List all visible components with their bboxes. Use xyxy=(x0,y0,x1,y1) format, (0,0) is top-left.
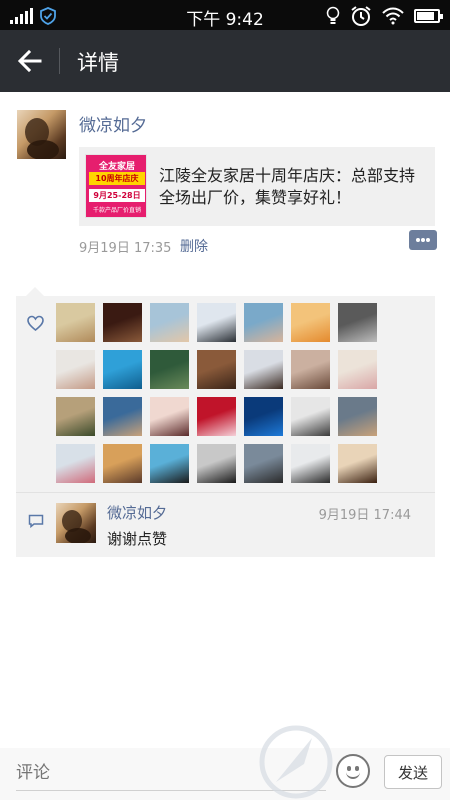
comment-author-avatar[interactable] xyxy=(56,503,96,544)
liker-avatar[interactable] xyxy=(244,350,283,389)
post-time: 9月19日 17:35 xyxy=(79,241,172,256)
liker-avatar[interactable] xyxy=(150,444,189,483)
author-name[interactable]: 微凉如夕 xyxy=(79,111,147,136)
watermark xyxy=(254,716,450,800)
comment-author-name[interactable]: 微凉如夕 xyxy=(107,502,167,523)
page-title: 详情 xyxy=(77,51,119,75)
liker-avatar[interactable] xyxy=(197,444,236,483)
battery-icon xyxy=(414,9,443,23)
author-avatar[interactable] xyxy=(17,110,66,159)
liker-avatar[interactable] xyxy=(338,397,377,436)
thumbnail-dates: 9月25-28日 xyxy=(89,189,145,202)
liker-avatar[interactable] xyxy=(103,303,142,342)
liker-avatar[interactable] xyxy=(103,350,142,389)
arrow-left-icon[interactable] xyxy=(14,45,46,77)
watermark-logo xyxy=(259,725,333,799)
liker-avatar[interactable] xyxy=(197,397,236,436)
thumbnail-footer: 千款产品厂价直销 xyxy=(92,207,141,214)
liker-avatar[interactable] xyxy=(338,350,377,389)
liker-avatar[interactable] xyxy=(291,397,330,436)
comment-text: 谢谢点赞 xyxy=(107,530,168,548)
comment-more-icon[interactable] xyxy=(409,230,437,250)
shared-link-text: 江陵全友家居十周年店庆：总部支持全场出厂价，集赞享好礼！ xyxy=(159,166,416,207)
thumbnail-subtitle: 10周年店庆 xyxy=(89,172,145,185)
shared-link-card[interactable]: 全友家居 10周年店庆 9月25-28日 千款产品厂价直销 江陵全友家居十周年店… xyxy=(79,147,435,226)
heart-icon xyxy=(27,315,44,332)
liker-avatar[interactable] xyxy=(291,444,330,483)
liker-avatar[interactable] xyxy=(244,397,283,436)
liker-avatar[interactable] xyxy=(197,350,236,389)
alarm-icon xyxy=(351,6,371,26)
liker-avatar[interactable] xyxy=(291,350,330,389)
avatar-photo xyxy=(25,118,59,159)
status-right xyxy=(326,5,443,27)
liker-avatar[interactable] xyxy=(197,303,236,342)
avatar-photo xyxy=(62,510,91,544)
likes-arrow xyxy=(26,287,44,296)
liker-avatar[interactable] xyxy=(150,350,189,389)
status-bar: 下午 9:42 xyxy=(0,0,450,30)
comment-time: 9月19日 17:44 xyxy=(318,508,411,523)
liker-avatar[interactable] xyxy=(244,444,283,483)
liker-avatar[interactable] xyxy=(56,303,95,342)
liker-avatar[interactable] xyxy=(103,444,142,483)
thumbnail-title: 全友家居 xyxy=(98,162,135,172)
liker-avatar[interactable] xyxy=(150,397,189,436)
liker-avatar[interactable] xyxy=(338,303,377,342)
liker-avatar[interactable] xyxy=(56,397,95,436)
liker-avatar[interactable] xyxy=(103,397,142,436)
liker-avatar[interactable] xyxy=(291,303,330,342)
comment-icon xyxy=(28,514,44,528)
toolbar-divider xyxy=(59,48,60,74)
bulb-icon xyxy=(326,6,340,24)
liker-avatar[interactable] xyxy=(338,444,377,483)
liker-avatar[interactable] xyxy=(56,350,95,389)
liker-avatar[interactable] xyxy=(244,303,283,342)
likes-panel xyxy=(16,296,435,492)
delete-link[interactable]: 删除 xyxy=(180,236,208,256)
liker-avatar[interactable] xyxy=(150,303,189,342)
shared-link-thumbnail: 全友家居 10周年店庆 9月25-28日 千款产品厂价直销 xyxy=(85,154,147,218)
top-bar: 详情 xyxy=(0,30,450,92)
wifi-icon xyxy=(382,7,404,25)
liker-avatar[interactable] xyxy=(56,444,95,483)
comment-list: 微凉如夕 9月19日 17:44 谢谢点赞 xyxy=(16,493,435,557)
